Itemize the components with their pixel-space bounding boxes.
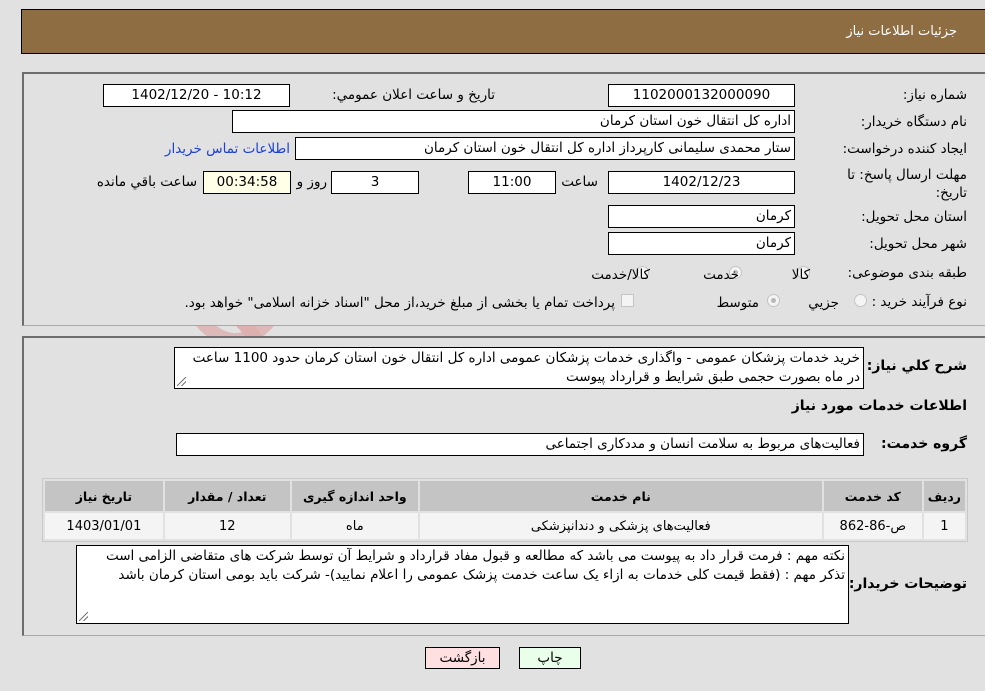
resize-grip-icon[interactable]	[79, 612, 88, 621]
page-header: جزئیات اطلاعات نیاز	[21, 9, 985, 54]
back-button[interactable]: بازگشت	[425, 647, 500, 669]
category-option-service: خدمت	[703, 267, 739, 283]
treasury-payment-checkbox[interactable]	[621, 294, 634, 307]
remaining-time-label: ساعت باقي مانده	[96, 174, 197, 190]
buyer-notes-line-2: تذکر مهم : (فقط قیمت کلی خدمات به ازاء ی…	[118, 567, 845, 583]
col-header-unit: واحد اندازه گیری	[291, 481, 418, 511]
need-details-panel: شماره نیاز: 1102000132000090 تاريخ و ساع…	[22, 72, 985, 326]
col-header-service-name: نام خدمت	[419, 481, 822, 511]
table-row: 1 ص-86-862 فعالیت‌های پزشکی و دندانپزشکی…	[45, 513, 965, 539]
deadline-label: مهلت ارسال پاسخ: تا تاریخ:	[847, 167, 967, 201]
buyer-org-label: نام دستگاه خریدار:	[860, 114, 967, 130]
col-header-need-date: تاریخ نیاز	[45, 481, 163, 511]
service-group-label: گروه خدمت:	[881, 436, 967, 452]
service-group-field: فعالیت‌های مربوط به سلامت انسان و مددکار…	[176, 433, 864, 456]
cell-need-date: 1403/01/01	[45, 513, 163, 539]
days-label: روز و	[296, 174, 327, 190]
deadline-time-field: 11:00	[468, 171, 556, 194]
cell-unit: ماه	[291, 513, 418, 539]
col-header-service-code: کد خدمت	[823, 481, 922, 511]
buyer-notes-textarea[interactable]: نکته مهم : فرمت قرار داد به پیوست می باش…	[76, 545, 849, 624]
process-type-label: نوع فرآیند خرید :	[871, 294, 967, 310]
days-remaining-field: 3	[331, 171, 419, 194]
city-label: شهر محل تحویل:	[869, 236, 967, 252]
deadline-time-label: ساعت	[561, 174, 598, 190]
province-field: کرمان	[608, 205, 795, 228]
remaining-time-field: 00:34:58	[203, 171, 291, 194]
category-option-goods-service: کالا/خدمت	[591, 267, 650, 283]
table-header-row: ردیف کد خدمت نام خدمت واحد اندازه گیری ت…	[45, 481, 965, 511]
cell-quantity: 12	[164, 513, 290, 539]
services-section-title: اطلاعات خدمات مورد نیاز	[791, 398, 967, 414]
buyer-org-field: اداره کل انتقال خون استان کرمان	[232, 110, 795, 133]
city-field: کرمان	[608, 232, 795, 255]
buyer-contact-link[interactable]: اطلاعات تماس خریدار	[165, 141, 290, 157]
process-radio-medium[interactable]	[767, 294, 780, 307]
cell-service-name: فعالیت‌های پزشکی و دندانپزشکی	[419, 513, 822, 539]
buyer-notes-line-1: نکته مهم : فرمت قرار داد به پیوست می باش…	[105, 548, 845, 564]
process-radio-minor[interactable]	[854, 294, 867, 307]
process-option-medium: متوسط	[716, 295, 759, 311]
description-label: شرح کلي نياز:	[866, 358, 967, 374]
print-button[interactable]: چاپ	[519, 647, 581, 669]
cell-row-number: 1	[923, 513, 965, 539]
need-number-label: شماره نیاز:	[902, 87, 967, 103]
requester-label: ایجاد کننده درخواست:	[842, 141, 967, 157]
announce-datetime-field: 1402/12/20 - 10:12	[103, 84, 290, 107]
process-option-minor: جزيي	[808, 295, 839, 311]
province-label: استان محل تحویل:	[861, 209, 967, 225]
col-header-quantity: تعداد / مقدار	[164, 481, 290, 511]
description-textarea[interactable]: خرید خدمات پزشکان عمومی - واگذاری خدمات …	[174, 347, 864, 389]
buyer-notes-label: توضیحات خریدار:	[848, 576, 967, 592]
requester-field: ستار محمدی سلیمانی کارپرداز اداره کل انت…	[295, 137, 795, 160]
services-panel: شرح کلي نياز: خرید خدمات پزشکان عمومی - …	[22, 336, 985, 636]
announce-label: تاريخ و ساعت اعلان عمومي:	[332, 87, 495, 103]
deadline-date-field: 1402/12/23	[608, 171, 795, 194]
category-option-goods: کالا	[791, 267, 810, 283]
category-label: طبقه بندی موضوعی:	[847, 265, 967, 281]
cell-service-code: ص-86-862	[823, 513, 922, 539]
resize-grip-icon[interactable]	[177, 377, 186, 386]
page-title: جزئیات اطلاعات نیاز	[846, 24, 957, 39]
services-table: ردیف کد خدمت نام خدمت واحد اندازه گیری ت…	[42, 478, 968, 542]
need-number-field: 1102000132000090	[608, 84, 795, 107]
col-header-row-number: ردیف	[923, 481, 965, 511]
treasury-payment-label: پرداخت تمام یا بخشی از مبلغ خرید،از محل …	[184, 295, 615, 311]
